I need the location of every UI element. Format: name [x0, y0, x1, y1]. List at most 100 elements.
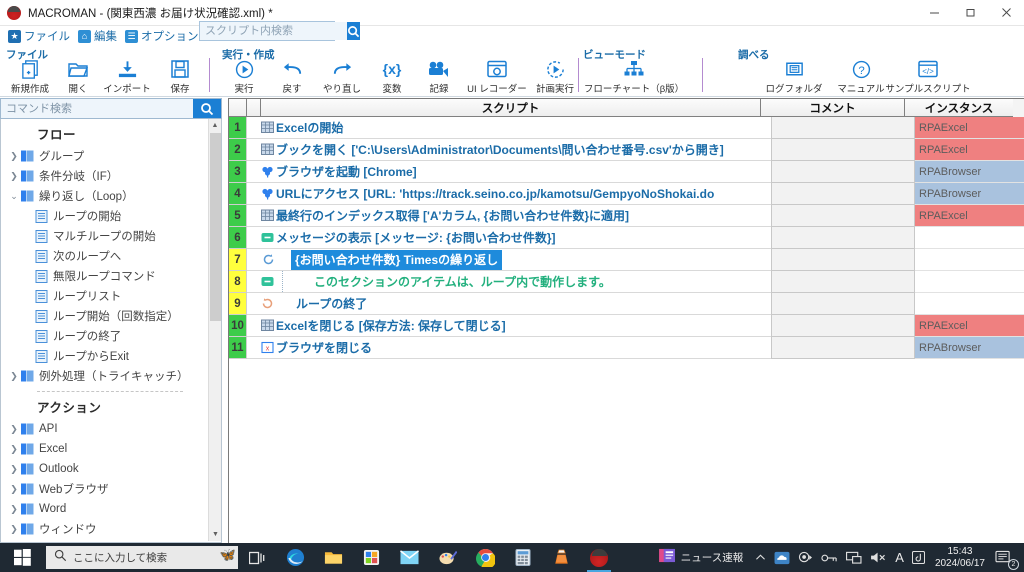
- open-button[interactable]: 開く: [50, 58, 106, 96]
- menu-edit[interactable]: ⌂ 編集: [78, 28, 117, 44]
- header-instance[interactable]: インスタンス: [905, 99, 1013, 117]
- instance-cell[interactable]: RPAExcel: [915, 117, 1024, 139]
- table-row[interactable]: 11 x ブラウザを閉じる RPABrowser: [229, 337, 1024, 359]
- instance-cell[interactable]: [915, 293, 1024, 315]
- chevron-right-icon[interactable]: ❯: [7, 504, 21, 515]
- comment-cell[interactable]: [771, 205, 915, 227]
- tree-node-multiloop-start[interactable]: マルチループの開始: [1, 226, 209, 246]
- maximize-button[interactable]: [952, 0, 988, 26]
- tree-node-infinite-loop[interactable]: 無限ループコマンド: [1, 266, 209, 286]
- comment-cell[interactable]: [771, 183, 915, 205]
- script-cell[interactable]: ループの終了: [261, 293, 771, 315]
- windows-start-icon[interactable]: [0, 543, 44, 572]
- instance-cell[interactable]: RPAExcel: [915, 315, 1024, 337]
- breakpoint-cell[interactable]: [247, 249, 261, 271]
- breakpoint-cell[interactable]: [247, 183, 261, 205]
- flowchart-button[interactable]: フローチャート（β版）: [584, 58, 684, 96]
- comment-cell[interactable]: [771, 315, 915, 337]
- header-comment[interactable]: コメント: [761, 99, 905, 117]
- tree-node-loop-end[interactable]: ループの終了: [1, 326, 209, 346]
- close-button[interactable]: [988, 0, 1024, 26]
- menu-file[interactable]: ★ ファイル: [8, 28, 70, 44]
- tree-node-excel[interactable]: ❯ Excel: [1, 439, 209, 459]
- chevron-right-icon[interactable]: ❯: [7, 424, 21, 435]
- breakpoint-cell[interactable]: [247, 227, 261, 249]
- chevron-right-icon[interactable]: ❯: [7, 171, 21, 182]
- ime-mode-icon[interactable]: [908, 543, 929, 572]
- mail-icon[interactable]: [390, 543, 428, 572]
- chevron-right-icon[interactable]: ❯: [7, 464, 21, 475]
- script-search-input[interactable]: [200, 22, 347, 40]
- script-cell[interactable]: このセクションのアイテムは、ループ内で動作します。: [261, 271, 771, 293]
- script-search-button[interactable]: [347, 22, 360, 40]
- instance-cell[interactable]: [915, 271, 1024, 293]
- tree-node-webbrowser[interactable]: ❯ Webブラウザ: [1, 479, 209, 499]
- command-search-input[interactable]: [1, 99, 193, 118]
- news-widget[interactable]: ニュース速報: [658, 548, 743, 568]
- menu-options[interactable]: ☰ オプション: [125, 28, 199, 44]
- table-row[interactable]: 3 ブラウザを起動 [Chrome] RPABrowser: [229, 161, 1024, 183]
- tree-node-loop[interactable]: ⌄ 繰り返し（Loop）: [1, 186, 209, 206]
- script-search-box[interactable]: [199, 21, 360, 41]
- script-cell[interactable]: ブックを開く ['C:\Users\Administrator\Document…: [261, 139, 771, 161]
- microsoft-store-icon[interactable]: [352, 543, 390, 572]
- scroll-up-icon[interactable]: ▲: [209, 119, 221, 132]
- comment-cell[interactable]: [771, 139, 915, 161]
- instance-cell[interactable]: RPAExcel: [915, 205, 1024, 227]
- tree-node-group[interactable]: ❯ グループ: [1, 146, 209, 166]
- file-explorer-icon[interactable]: [314, 543, 352, 572]
- script-cell[interactable]: 最終行のインデックス取得 ['A'カラム, {お問い合わせ件数}に適用]: [261, 205, 771, 227]
- instance-cell[interactable]: RPAExcel: [915, 139, 1024, 161]
- redo-button[interactable]: やり直し: [314, 58, 370, 96]
- table-row[interactable]: 10 Excelを閉じる [保存方法: 保存して閉じる] RPAExcel: [229, 315, 1024, 337]
- edge-browser-icon[interactable]: [276, 543, 314, 572]
- comment-cell[interactable]: [771, 161, 915, 183]
- tree-node-api[interactable]: ❯ API: [1, 419, 209, 439]
- macroman-app-icon[interactable]: [580, 543, 618, 572]
- chevron-up-icon[interactable]: [751, 543, 770, 572]
- chevron-right-icon[interactable]: ❯: [7, 151, 21, 162]
- task-view-icon[interactable]: [238, 543, 276, 572]
- chevron-down-icon[interactable]: ⌄: [7, 191, 21, 202]
- table-row[interactable]: 7 {お問い合わせ件数} Timesの繰り返し: [229, 249, 1024, 271]
- tree-node-loop-list[interactable]: ループリスト: [1, 286, 209, 306]
- undo-button[interactable]: 戻す: [264, 58, 320, 96]
- save-button[interactable]: 保存: [152, 58, 208, 96]
- notification-icon[interactable]: 2: [991, 543, 1020, 572]
- tree-node-trycatch[interactable]: ❯ 例外処理（トライキャッチ）: [1, 366, 209, 386]
- script-cell[interactable]: {お問い合わせ件数} Timesの繰り返し: [261, 249, 771, 271]
- breakpoint-cell[interactable]: [247, 117, 261, 139]
- tree-node-loop-count[interactable]: ループ開始（回数指定）: [1, 306, 209, 326]
- taskbar-search[interactable]: ここに入力して検索 🦋: [46, 546, 238, 569]
- script-cell[interactable]: Excelを閉じる [保存方法: 保存して閉じる]: [261, 315, 771, 337]
- scroll-down-icon[interactable]: ▼: [209, 528, 221, 541]
- tree-node-window[interactable]: ❯ ウィンドウ: [1, 519, 209, 539]
- tree-node-next-loop[interactable]: 次のループへ: [1, 246, 209, 266]
- breakpoint-cell[interactable]: [247, 315, 261, 337]
- taskbar-clock[interactable]: 15:43 2024/06/17: [929, 546, 991, 570]
- webcam-icon[interactable]: [794, 543, 817, 572]
- table-row[interactable]: 8 このセクションのアイテムは、ループ内で動作します。: [229, 271, 1024, 293]
- instance-cell[interactable]: [915, 249, 1024, 271]
- command-search-box[interactable]: [0, 98, 222, 119]
- tree-node-loop-exit[interactable]: ループからExit: [1, 346, 209, 366]
- tree-node-outlook[interactable]: ❯ Outlook: [1, 459, 209, 479]
- key-icon[interactable]: [817, 543, 842, 572]
- header-script[interactable]: スクリプト: [261, 99, 761, 117]
- command-search-button[interactable]: [193, 99, 221, 118]
- comment-cell[interactable]: [771, 117, 915, 139]
- breakpoint-cell[interactable]: [247, 293, 261, 315]
- tree-node-if[interactable]: ❯ 条件分岐（IF）: [1, 166, 209, 186]
- import-button[interactable]: インポート: [99, 58, 155, 96]
- breakpoint-cell[interactable]: [247, 337, 261, 359]
- instance-cell[interactable]: RPABrowser: [915, 183, 1024, 205]
- breakpoint-cell[interactable]: [247, 161, 261, 183]
- instance-cell[interactable]: RPABrowser: [915, 161, 1024, 183]
- sidebar-scrollbar[interactable]: ▲ ▼: [208, 119, 221, 541]
- ui-recorder-button[interactable]: UI レコーダー: [458, 58, 536, 96]
- scrollbar-thumb[interactable]: [210, 133, 221, 321]
- chevron-right-icon[interactable]: ❯: [7, 371, 21, 382]
- table-row[interactable]: 1 Excelの開始 RPAExcel: [229, 117, 1024, 139]
- minimize-button[interactable]: [916, 0, 952, 26]
- script-cell[interactable]: ブラウザを起動 [Chrome]: [261, 161, 771, 183]
